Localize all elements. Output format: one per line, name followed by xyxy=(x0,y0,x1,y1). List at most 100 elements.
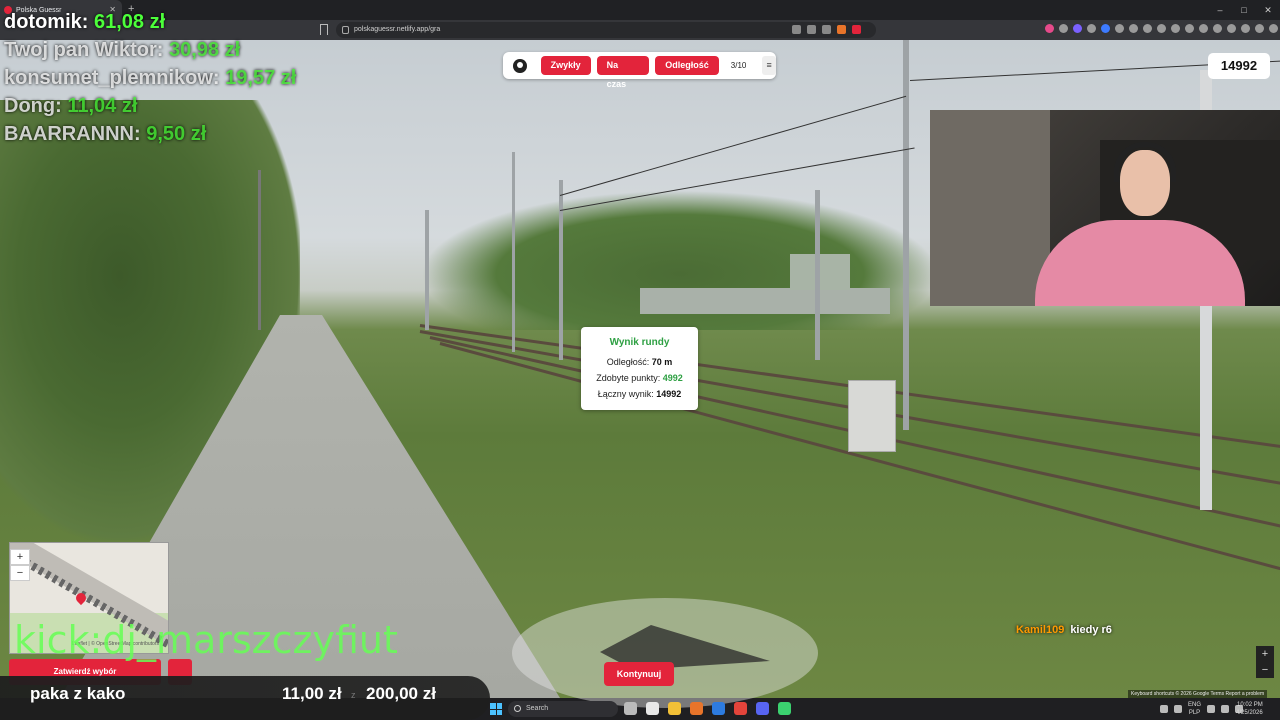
system-tray: ENG PLP xyxy=(1160,701,1244,717)
donor-amount: 9,50 zł xyxy=(146,123,207,145)
windows-start-icon[interactable] xyxy=(490,703,502,715)
taskbar-search[interactable]: Search xyxy=(508,701,618,717)
extension-icon[interactable] xyxy=(1241,24,1250,33)
leaderboard-row: konsumet_plemnikow: 19,57 zł xyxy=(4,64,296,92)
google-footer[interactable]: Keyboard shortcuts © 2026 Google Terms R… xyxy=(1128,690,1268,698)
streetview-zoom-controls: + − xyxy=(1256,646,1274,678)
clock-date: 4/25/2026 xyxy=(1236,710,1263,716)
translate-icon[interactable] xyxy=(807,25,816,34)
total-value: 14992 xyxy=(656,389,682,399)
leaderboard-row: Dong: 11,04 zł xyxy=(4,92,296,120)
donation-goal: 200,00 zł xyxy=(366,684,436,703)
total-line: Łączny wynik: 14992 xyxy=(581,386,698,402)
extensions-bar xyxy=(1045,24,1280,33)
maximize-icon[interactable]: □ xyxy=(1232,0,1256,20)
leaderboard-row: dotomik: 61,08 zł xyxy=(4,8,296,36)
streetview-zoom-out-button[interactable]: − xyxy=(1256,662,1274,678)
bookmark-icon[interactable] xyxy=(320,24,328,35)
kick-channel-overlay: kick:dj_marszczyfiut xyxy=(14,618,398,662)
total-label: Łączny wynik: xyxy=(597,389,654,399)
file-explorer-icon[interactable] xyxy=(668,702,681,715)
extension-icon[interactable] xyxy=(1101,24,1110,33)
input-language[interactable]: ENG PLP xyxy=(1188,701,1201,717)
extension-icon[interactable] xyxy=(1269,24,1278,33)
extension-icon[interactable] xyxy=(1227,24,1236,33)
extension-icon[interactable] xyxy=(1199,24,1208,33)
distance-label: Odległość: xyxy=(606,357,650,367)
calendar-app-icon[interactable] xyxy=(646,702,659,715)
mode-button-timed[interactable]: Na czas xyxy=(596,56,650,89)
tray-app-icon[interactable] xyxy=(1174,705,1182,713)
menu-icon[interactable]: ≡ xyxy=(762,56,776,75)
donor-amount: 11,04 zł xyxy=(67,95,138,117)
total-score: 14992 xyxy=(1208,53,1270,79)
wifi-icon[interactable] xyxy=(1207,705,1216,713)
electrical-cabinet xyxy=(848,380,896,452)
close-window-icon[interactable]: ✕ xyxy=(1256,0,1280,20)
continue-button[interactable]: Kontynuuj xyxy=(604,662,674,686)
clock-time: 10:02 PM xyxy=(1237,702,1263,708)
donation-leaderboard: dotomik: 61,08 zł Twoj pan Wiktor: 30,98… xyxy=(4,8,296,148)
extension-icon[interactable] xyxy=(1213,24,1222,33)
discord-icon[interactable] xyxy=(756,702,769,715)
rewards-icon[interactable] xyxy=(852,25,861,34)
streetview-zoom-in-button[interactable]: + xyxy=(1256,646,1274,662)
chat-text: kiedy r6 xyxy=(1070,624,1112,636)
taskbar-apps xyxy=(624,702,791,715)
street-lamp xyxy=(512,152,515,352)
extension-icon[interactable] xyxy=(1129,24,1138,33)
mode-button-distance[interactable]: Odległość xyxy=(655,56,719,75)
lang-top: ENG xyxy=(1188,702,1202,708)
catenary-pole xyxy=(903,40,909,430)
donation-separator: z xyxy=(351,690,356,700)
chat-message: Kamil109 kiedy r6 xyxy=(1016,624,1112,636)
taskbar-clock[interactable]: 10:02 PM 4/25/2026 xyxy=(1236,701,1263,717)
webcam-wall xyxy=(930,110,1050,306)
address-bar-actions xyxy=(792,22,861,34)
round-counter: 3/10 xyxy=(730,61,747,70)
extension-icon[interactable] xyxy=(1087,24,1096,33)
extension-icon[interactable] xyxy=(1143,24,1152,33)
share-icon[interactable] xyxy=(822,25,831,34)
app-icon[interactable] xyxy=(778,702,791,715)
map-zoom-in-button[interactable]: + xyxy=(10,549,30,565)
donor-name: konsumet_plemnikow: xyxy=(4,67,220,89)
extension-icon[interactable] xyxy=(1115,24,1124,33)
donation-goal-label: paka z kako xyxy=(30,684,126,703)
webcam-feed xyxy=(930,110,1280,306)
search-placeholder: Search xyxy=(526,705,549,712)
extension-icon[interactable] xyxy=(1185,24,1194,33)
site-info-icon[interactable] xyxy=(342,26,349,34)
extension-icon[interactable] xyxy=(1171,24,1180,33)
points-label: Zdobyte punkty: xyxy=(596,373,661,383)
catenary-pole xyxy=(559,180,563,360)
minimize-icon[interactable]: – xyxy=(1208,0,1232,20)
reader-mode-icon[interactable] xyxy=(792,25,801,34)
points-line: Zdobyte punkty: 4992 xyxy=(581,370,698,386)
game-mode-bar: Zwykły Na czas Odległość 3/10 ≡ xyxy=(503,52,776,89)
extension-icon[interactable] xyxy=(1255,24,1264,33)
shield-icon[interactable] xyxy=(837,25,846,34)
power-pylon xyxy=(258,170,261,330)
mode-button-standard[interactable]: Zwykły xyxy=(540,56,591,75)
extension-icon[interactable] xyxy=(1073,24,1082,33)
mail-app-icon[interactable] xyxy=(712,702,725,715)
donor-amount: 19,57 zł xyxy=(225,67,297,89)
user-icon[interactable] xyxy=(513,58,527,73)
points-value: 4992 xyxy=(662,373,683,383)
volume-icon[interactable] xyxy=(1221,705,1230,713)
tray-chevron-icon[interactable] xyxy=(1160,705,1168,713)
overhead-wire xyxy=(559,95,907,196)
app-icon[interactable] xyxy=(690,702,703,715)
distance-line: Odległość: 70 m xyxy=(581,354,698,370)
distance-value: 70 m xyxy=(651,357,673,367)
extension-icon[interactable] xyxy=(1045,24,1054,33)
round-result-title: Wynik rundy xyxy=(609,337,670,348)
brave-browser-icon[interactable] xyxy=(734,702,747,715)
building xyxy=(790,254,850,290)
extension-icon[interactable] xyxy=(1157,24,1166,33)
extension-icon[interactable] xyxy=(1059,24,1068,33)
map-zoom-out-button[interactable]: − xyxy=(10,565,30,581)
task-view-icon[interactable] xyxy=(624,702,637,715)
url-text: polskaguessr.netlify.app/gra xyxy=(354,26,441,33)
